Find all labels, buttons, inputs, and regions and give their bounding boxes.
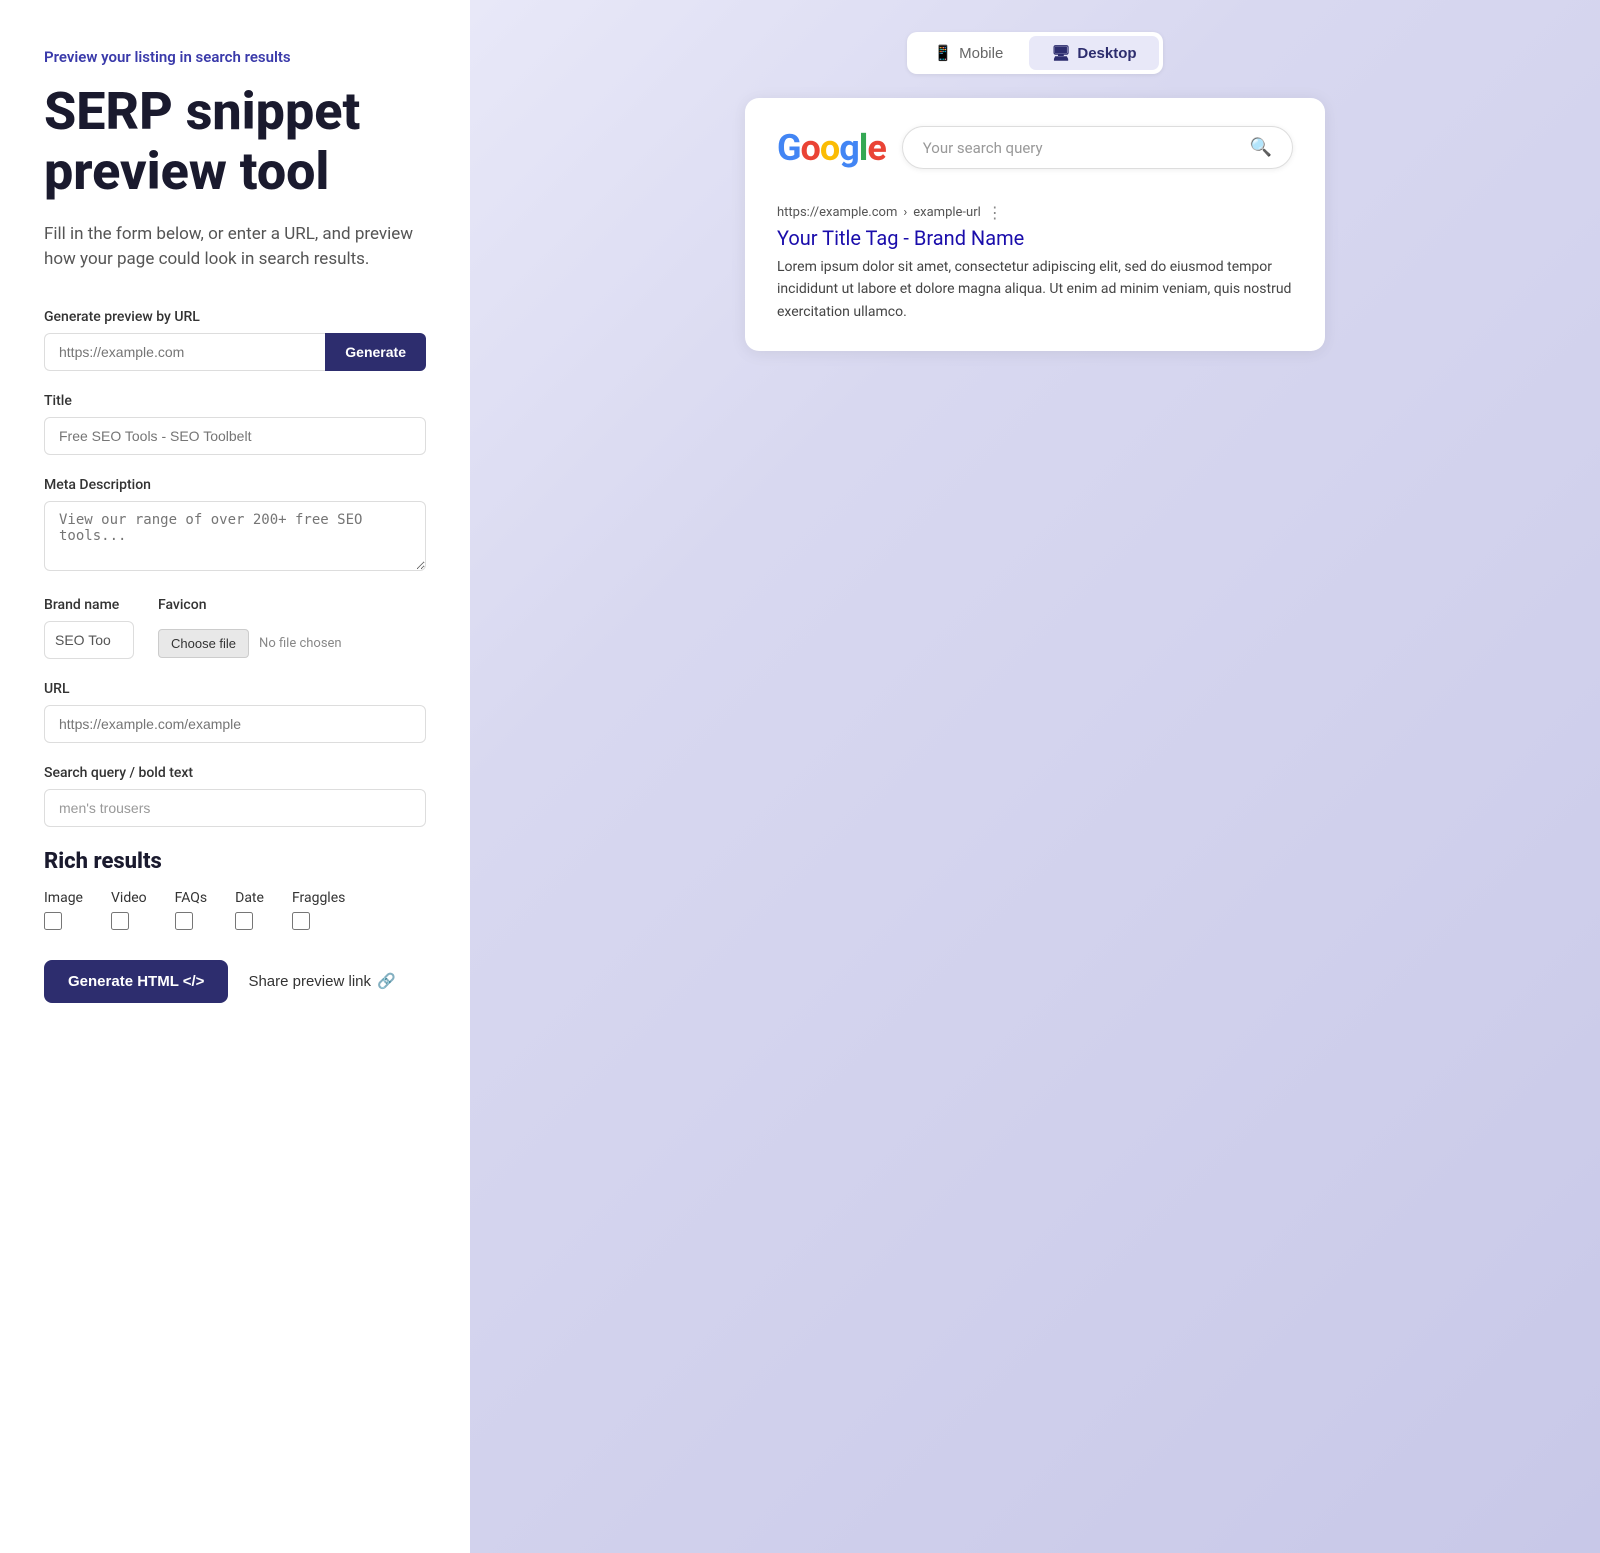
share-icon: 🔗 [377, 972, 396, 990]
rich-result-label-4: Fraggles [292, 890, 345, 906]
right-panel: 📱 Mobile 🖥 Desktop G o o g l e Your search … [470, 0, 1600, 1553]
generate-html-button[interactable]: Generate HTML </> [44, 960, 228, 1003]
rich-result-item: Image [44, 890, 83, 930]
google-o1: o [801, 127, 820, 169]
meta-description-input[interactable] [44, 501, 426, 571]
share-link-label: Share preview link [248, 973, 371, 990]
left-panel: Preview your listing in search results S… [0, 0, 470, 1553]
serp-preview-card: G o o g l e Your search query 🔍 https://… [745, 98, 1325, 351]
rich-results-section: Rich results Image Video FAQs Date Fragg… [44, 849, 426, 930]
tab-icon-1: 🖥 [1051, 44, 1070, 62]
brand-name-input[interactable] [44, 621, 134, 659]
serp-breadcrumb: example-url [913, 205, 981, 220]
rich-result-checkbox-2[interactable] [175, 912, 193, 930]
rich-result-item: Video [111, 890, 147, 930]
tab-icon-0: 📱 [933, 44, 952, 62]
google-o2: o [820, 127, 839, 169]
rich-results-title: Rich results [44, 849, 426, 874]
google-logo: G o o g l e [777, 127, 886, 169]
rich-result-item: Fraggles [292, 890, 345, 930]
rich-result-checkbox-3[interactable] [235, 912, 253, 930]
preview-label: Preview your listing in search results [44, 48, 426, 66]
serp-url-arrow: › [903, 205, 907, 220]
search-query-input[interactable] [44, 789, 426, 827]
rich-result-label-2: FAQs [175, 890, 208, 906]
search-icon: 🔍 [1250, 137, 1272, 158]
rich-result-label-3: Date [235, 890, 264, 906]
tab-label-1: Desktop [1077, 45, 1136, 62]
brand-name-label: Brand name [44, 597, 134, 613]
rich-result-item: Date [235, 890, 264, 930]
search-query-label: Search query / bold text [44, 765, 426, 781]
rich-result-checkbox-1[interactable] [111, 912, 129, 930]
google-g2: g [839, 127, 859, 169]
serp-result: https://example.com › example-url ⋮ Your… [777, 193, 1293, 323]
device-tab-desktop[interactable]: 🖥 Desktop [1029, 36, 1158, 70]
title-label: Title [44, 393, 426, 409]
title-input[interactable] [44, 417, 426, 455]
no-file-text: No file chosen [259, 636, 342, 651]
bottom-actions: Generate HTML </> Share preview link 🔗 [44, 960, 426, 1003]
search-bar-input: Your search query 🔍 [902, 126, 1293, 169]
meta-description-label: Meta Description [44, 477, 426, 493]
serp-title: Your Title Tag - Brand Name [777, 226, 1293, 250]
google-e: e [867, 127, 885, 169]
google-l: l [859, 127, 868, 169]
favicon-group: Favicon Choose file No file chosen [158, 597, 342, 658]
brand-group: Brand name [44, 597, 134, 659]
serp-description: Lorem ipsum dolor sit amet, consectetur … [777, 256, 1293, 323]
url-generate-input[interactable] [44, 333, 325, 371]
brand-favicon-row: Brand name Favicon Choose file No file c… [44, 597, 426, 659]
device-tabs: 📱 Mobile 🖥 Desktop [907, 32, 1162, 74]
url-field-input[interactable] [44, 705, 426, 743]
rich-result-checkbox-4[interactable] [292, 912, 310, 930]
share-link-button[interactable]: Share preview link 🔗 [248, 972, 395, 990]
google-g: G [777, 127, 801, 169]
google-search-bar: G o o g l e Your search query 🔍 [777, 126, 1293, 169]
page-subtitle: Fill in the form below, or enter a URL, … [44, 222, 424, 273]
favicon-label: Favicon [158, 597, 342, 613]
rich-result-label-0: Image [44, 890, 83, 906]
url-field-label: URL [44, 681, 426, 697]
tab-label-0: Mobile [959, 45, 1003, 62]
choose-file-button[interactable]: Choose file [158, 629, 249, 658]
serp-dots-icon: ⋮ [987, 203, 1003, 222]
rich-result-label-1: Video [111, 890, 147, 906]
url-generate-row: Generate [44, 333, 426, 371]
checkbox-row: Image Video FAQs Date Fraggles [44, 890, 426, 930]
file-row: Choose file No file chosen [158, 629, 342, 658]
serp-url-text: https://example.com [777, 205, 897, 220]
url-section-label: Generate preview by URL [44, 309, 426, 325]
generate-html-label: Generate HTML </> [68, 973, 204, 990]
device-tab-mobile[interactable]: 📱 Mobile [911, 36, 1025, 70]
serp-url-row: https://example.com › example-url ⋮ [777, 203, 1293, 222]
search-query-text: Your search query [923, 139, 1043, 157]
page-title: SERP snippet preview tool [44, 82, 426, 202]
rich-result-item: FAQs [175, 890, 208, 930]
generate-button[interactable]: Generate [325, 333, 426, 371]
rich-result-checkbox-0[interactable] [44, 912, 62, 930]
